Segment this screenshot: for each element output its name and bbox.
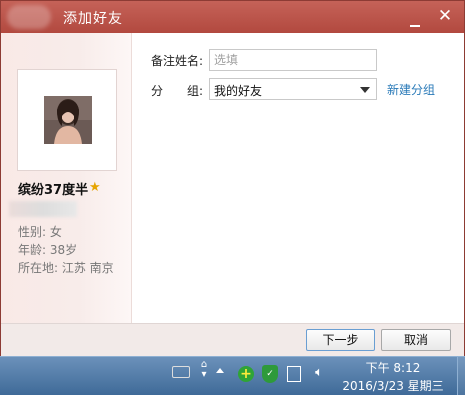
nickname: 缤纷37度半 [18, 183, 89, 198]
keyboard-icon[interactable] [172, 366, 190, 378]
close-icon: ✕ [437, 6, 453, 26]
dialog-content: 缤纷37度半 ★ 性别: 女 年龄: 38岁 所在地: 江苏 南京 备注姓名: … [1, 33, 464, 323]
age-text: 年龄: 38岁 [18, 243, 78, 257]
add-friend-dialog: 添加好友 ✕ 缤纷37度半 ★ 性别: 女 年龄: 38岁 所在地: 江苏 南京 [0, 0, 465, 356]
group-label-right: 组: [187, 84, 204, 98]
group-select-value: 我的好友 [214, 84, 263, 98]
group-label-left: 分 [151, 84, 164, 98]
clock-date[interactable]: 2016/3/23 星期三 [340, 377, 446, 394]
next-button[interactable]: 下一步 [306, 329, 375, 351]
minimize-icon [410, 25, 420, 27]
show-desktop-button[interactable] [457, 357, 465, 395]
window-title: 添加好友 [63, 11, 123, 27]
add-app-icon[interactable]: + [238, 366, 254, 382]
location-text: 所在地: 江苏 南京 [18, 261, 114, 275]
gender-text: 性别: 女 [18, 225, 62, 239]
close-button[interactable]: ✕ [434, 5, 456, 27]
cancel-button[interactable]: 取消 [381, 329, 451, 351]
volume-icon[interactable]: 🔈︎ [311, 365, 327, 380]
network-icon[interactable] [287, 366, 301, 382]
tray-expand-icon[interactable] [216, 368, 224, 373]
remark-label: 备注姓名: [151, 54, 204, 68]
chevron-down-icon [360, 87, 370, 93]
shield-icon[interactable]: ✓ [262, 365, 278, 383]
new-group-link[interactable]: 新建分组 [387, 81, 435, 98]
dialog-footer: 下一步 取消 [1, 323, 464, 356]
clock-time[interactable]: 下午 8:12 [363, 359, 423, 376]
remark-input[interactable] [209, 49, 377, 71]
star-icon: ★ [89, 180, 101, 195]
blurred-account-id [9, 201, 77, 217]
app-logo-icon [7, 5, 51, 29]
avatar-frame [17, 69, 117, 171]
group-select[interactable]: 我的好友 [209, 78, 377, 100]
title-bar[interactable]: 添加好友 ✕ [1, 1, 464, 33]
profile-panel: 缤纷37度半 ★ 性别: 女 年龄: 38岁 所在地: 江苏 南京 [1, 33, 132, 323]
ime-icon[interactable]: ⌂ ▾ [198, 360, 210, 380]
taskbar: ⌂ ▾ + ✓ 🔈︎ 下午 8:12 2016/3/23 星期三 [0, 356, 465, 395]
avatar [44, 96, 92, 144]
minimize-button[interactable] [404, 5, 426, 27]
